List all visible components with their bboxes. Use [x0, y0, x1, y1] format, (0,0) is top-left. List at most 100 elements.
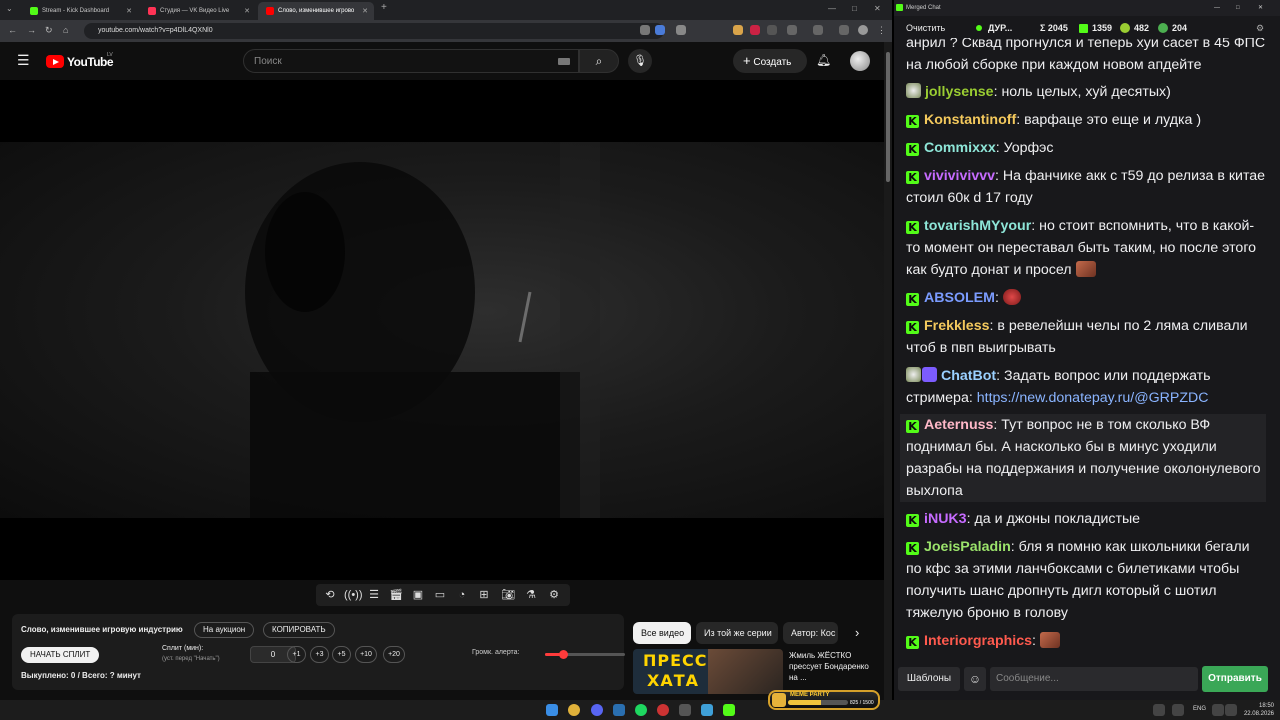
voice-search-button[interactable]: 🎙	[628, 49, 652, 73]
reload-icon[interactable]: ↻	[45, 25, 53, 36]
minimize-icon[interactable]: —	[828, 4, 836, 13]
maximize-icon[interactable]: □	[1236, 0, 1240, 16]
auction-button[interactable]: На аукцион	[194, 622, 255, 638]
video-player[interactable]	[0, 80, 884, 580]
chip-author[interactable]: Автор: Кос	[783, 622, 838, 644]
discord-icon[interactable]	[591, 704, 603, 716]
recommended-video-title[interactable]: Жмиль ЖЁСТКО прессует Бондаренко на ...	[789, 650, 875, 683]
telegram-icon[interactable]	[701, 704, 713, 716]
increment-1-button[interactable]: +1	[287, 646, 306, 663]
chevron-right-icon[interactable]: ›	[855, 625, 859, 640]
hamburger-menu-icon[interactable]: ☰	[17, 52, 30, 69]
home-icon[interactable]: ⌂	[63, 25, 68, 35]
increment-10-button[interactable]: +10	[355, 646, 377, 663]
flask-icon[interactable]: ⚗	[523, 587, 539, 603]
username[interactable]: Commixxx	[924, 140, 996, 156]
broadcast-icon[interactable]: ((•))	[344, 587, 363, 603]
screenshot-camera-icon[interactable]: 📷︎	[500, 587, 516, 603]
page-scrollbar[interactable]	[884, 42, 892, 700]
steam-icon[interactable]	[613, 704, 625, 716]
tab-search-icon[interactable]: ⌄	[6, 4, 13, 13]
app-icon[interactable]	[679, 704, 691, 716]
search-button[interactable]: ⌕	[579, 49, 619, 73]
emoji-button[interactable]: ☺	[964, 667, 986, 691]
username[interactable]: Interiorgraphics	[924, 633, 1032, 649]
username[interactable]: Aeternuss	[924, 417, 993, 433]
language-indicator[interactable]: ENG	[1193, 706, 1206, 712]
close-tab-icon[interactable]: ✕	[126, 7, 132, 15]
chat-messages[interactable]: анрил ? Сквад прогнулся и теперь хуи сас…	[894, 38, 1280, 664]
download-icon[interactable]	[813, 25, 823, 35]
tray-chevron-icon[interactable]	[1153, 704, 1165, 716]
keyboard-icon[interactable]	[558, 58, 570, 65]
video-thumbnail[interactable]: ПРЕСС ХАТА	[633, 649, 783, 694]
username[interactable]: tovarishMYyour	[924, 218, 1031, 234]
extension-icon[interactable]	[733, 25, 743, 35]
create-button[interactable]: + Создать	[733, 49, 807, 73]
clock[interactable]: 18:50 22.08.2026	[1234, 702, 1274, 718]
scrollbar-thumb[interactable]	[886, 52, 890, 182]
notifications-bell-icon[interactable]: 🔔︎	[816, 53, 831, 67]
increment-20-button[interactable]: +20	[383, 646, 405, 663]
copy-button[interactable]: КОПИРОВАТЬ	[263, 622, 335, 638]
username[interactable]: JoeisPaladin	[924, 539, 1011, 555]
alert-volume-slider[interactable]	[545, 650, 625, 659]
close-window-icon[interactable]: ✕	[874, 4, 881, 13]
bookmark-icon[interactable]	[676, 25, 686, 35]
extension-icon[interactable]	[767, 25, 777, 35]
send-button[interactable]: Отправить	[1202, 666, 1268, 692]
username[interactable]: vivivivivvv	[924, 168, 995, 184]
menu-icon[interactable]: ⋮	[877, 25, 886, 36]
start-split-button[interactable]: НАЧАТЬ СПЛИТ	[21, 647, 100, 663]
search-icon[interactable]	[640, 25, 650, 35]
pip-icon[interactable]: ▣	[410, 587, 426, 603]
loop-icon[interactable]: ⟲	[322, 587, 338, 603]
increment-3-button[interactable]: +3	[310, 646, 329, 663]
extension-icon[interactable]	[655, 25, 665, 35]
clear-button[interactable]: Очистить	[906, 23, 945, 33]
close-tab-icon[interactable]: ✕	[244, 7, 250, 15]
tab-youtube-video[interactable]: Слово, изменившее игрово ✕	[258, 2, 374, 20]
username[interactable]: Frekkless	[924, 318, 989, 334]
username[interactable]: Konstantinoff	[924, 112, 1016, 128]
message-input[interactable]: Сообщение...	[990, 667, 1198, 691]
youtube-logo-icon[interactable]	[46, 55, 64, 68]
back-icon[interactable]: ←	[8, 25, 17, 35]
split-view-icon[interactable]	[839, 25, 849, 35]
username[interactable]: ChatBot	[941, 368, 996, 384]
app-icon[interactable]	[657, 704, 669, 716]
chip-all-videos[interactable]: Все видео	[633, 622, 691, 644]
add-icon[interactable]: ⊞	[476, 587, 492, 603]
username[interactable]: jollysense	[925, 84, 994, 100]
spotify-icon[interactable]	[635, 704, 647, 716]
clapper-icon[interactable]: 🎬︎	[388, 587, 404, 603]
merged-chat-app-icon[interactable]	[723, 704, 735, 716]
new-tab-button[interactable]: +	[381, 2, 387, 13]
speed-gauge-icon[interactable]: ◔	[454, 587, 470, 603]
settings-gear-icon[interactable]: ⚙	[546, 587, 562, 603]
tab-kick-dashboard[interactable]: Stream - Kick Dashboard ✕	[22, 2, 138, 20]
avatar[interactable]	[850, 51, 870, 71]
close-window-icon[interactable]: ✕	[1258, 0, 1263, 16]
extension-icon[interactable]	[750, 25, 760, 35]
chrome-icon[interactable]	[568, 704, 580, 716]
tab-vk-studio[interactable]: Студия — VK Видео Live ✕	[140, 2, 256, 20]
wifi-icon[interactable]	[1212, 704, 1224, 716]
slider-knob[interactable]	[558, 650, 568, 659]
close-tab-icon[interactable]: ✕	[362, 7, 368, 15]
extensions-puzzle-icon[interactable]	[787, 25, 797, 35]
username[interactable]: ABSOLEM	[924, 290, 995, 306]
username[interactable]: iNUK3	[924, 511, 967, 527]
settings-gear-icon[interactable]: ⚙	[1256, 23, 1264, 34]
search-input[interactable]: Поиск	[243, 49, 579, 73]
tray-app-icon[interactable]	[1172, 704, 1184, 716]
theater-icon[interactable]: ▭	[432, 587, 448, 603]
playlist-icon[interactable]: ☰	[366, 587, 382, 603]
chip-same-series[interactable]: Из той же серии	[696, 622, 778, 644]
profile-avatar-icon[interactable]	[858, 25, 868, 35]
url-field[interactable]: youtube.com/watch?v=p4DlL4QXNl0	[84, 23, 664, 39]
minimize-icon[interactable]: —	[1214, 0, 1220, 16]
forward-icon[interactable]: →	[27, 25, 36, 35]
templates-button[interactable]: Шаблоны	[898, 667, 960, 691]
windows-start-icon[interactable]	[546, 704, 558, 716]
